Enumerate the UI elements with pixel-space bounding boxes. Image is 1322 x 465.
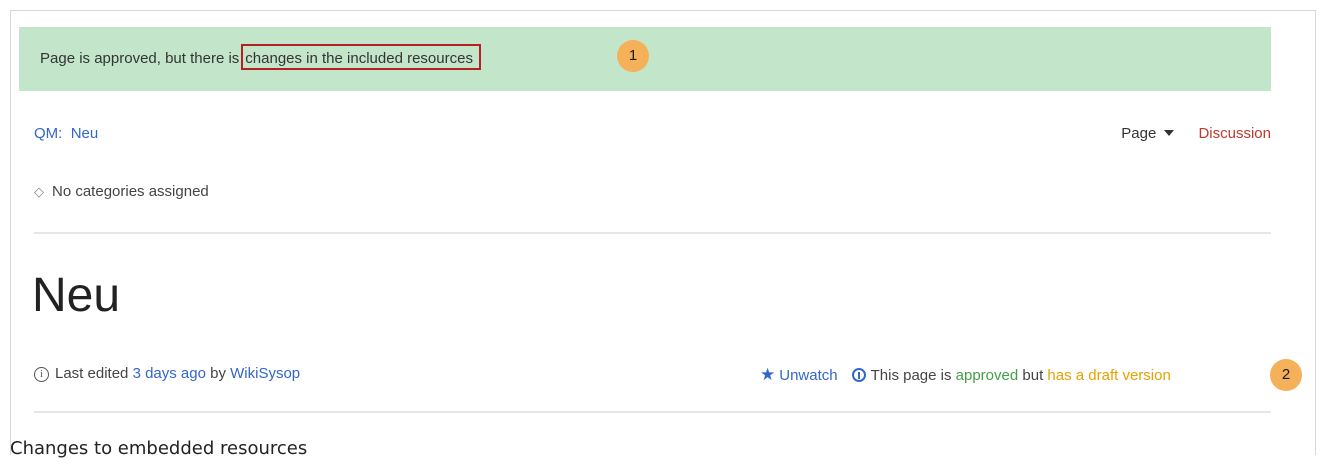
info-icon: i bbox=[34, 367, 49, 382]
discussion-link[interactable]: Discussion bbox=[1198, 125, 1271, 142]
page-menu-button[interactable]: Page bbox=[1121, 125, 1175, 142]
breadcrumb-namespace[interactable]: QM: bbox=[34, 125, 62, 142]
page-actions: Page Discussion bbox=[1121, 125, 1271, 142]
draft-version-link[interactable]: has a draft version bbox=[1047, 367, 1170, 384]
star-icon[interactable]: ★ bbox=[760, 365, 775, 384]
breadcrumb-page[interactable]: Neu bbox=[71, 125, 99, 142]
image-caption: Changes to embedded resources bbox=[10, 438, 308, 459]
caret-down-icon bbox=[1164, 129, 1175, 136]
categories-text: No categories assigned bbox=[52, 183, 209, 200]
last-edited-prefix: Last edited bbox=[55, 365, 129, 382]
status-middle: but bbox=[1022, 367, 1044, 384]
page-title: Neu bbox=[32, 269, 121, 322]
page-status: ★ Unwatch This page is approved but has a … bbox=[760, 365, 1270, 385]
categories-line: ◇ No categories assigned bbox=[34, 183, 209, 200]
tag-icon: ◇ bbox=[34, 184, 44, 199]
last-edited-time-link[interactable]: 3 days ago bbox=[133, 365, 206, 382]
callout-badge-2: 2 bbox=[1270, 359, 1302, 391]
divider bbox=[34, 411, 1271, 413]
divider bbox=[34, 232, 1271, 234]
banner-text-prefix: Page is approved, but there is bbox=[40, 50, 240, 67]
unwatch-link[interactable]: Unwatch bbox=[779, 367, 837, 384]
banner-text: Page is approved, but there is changes in… bbox=[40, 27, 481, 91]
page-menu-label: Page bbox=[1121, 125, 1157, 142]
approved-link[interactable]: approved bbox=[956, 367, 1019, 384]
status-prefix: This page is bbox=[870, 367, 952, 384]
last-edited-line: i Last edited 3 days ago by WikiSysop bbox=[34, 365, 300, 382]
breadcrumb: QM: Neu bbox=[34, 125, 98, 142]
callout-badge-1: 1 bbox=[617, 40, 649, 72]
approval-status-icon bbox=[851, 368, 866, 382]
last-edited-by: by bbox=[210, 365, 226, 382]
included-resources-link[interactable]: changes in the included resources bbox=[241, 44, 481, 70]
user-link[interactable]: WikiSysop bbox=[230, 365, 300, 382]
